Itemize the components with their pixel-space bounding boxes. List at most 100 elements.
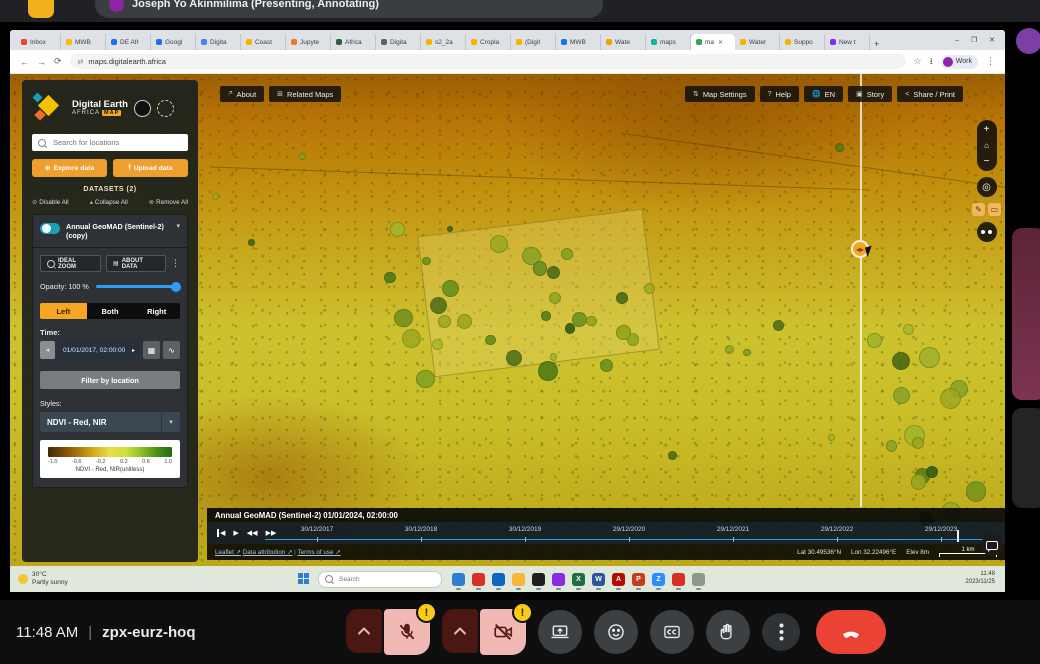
browser-tab[interactable]: Water [735, 34, 780, 50]
browser-tab[interactable]: Jupyte [286, 34, 331, 50]
mic-options-chevron[interactable] [346, 609, 382, 653]
timeline-date[interactable]: 29/12/2023 [889, 522, 993, 544]
rewind-icon[interactable]: ◀◀ [247, 529, 258, 537]
bookmark-icon[interactable]: ☆ [914, 56, 922, 67]
map-toolbar-related-maps[interactable]: ⊞Related Maps [269, 86, 341, 102]
captions-button[interactable] [650, 610, 694, 654]
taskbar-clock[interactable]: 11:48 2023/11/25 [965, 571, 1005, 587]
forward-icon[interactable]: → [37, 57, 46, 67]
map-toolbar-about[interactable]: 🡥About [220, 86, 264, 102]
mic-off-button[interactable]: ! [384, 609, 430, 655]
disable-all-button[interactable]: ⊘Disable All [32, 199, 69, 206]
new-tab-icon[interactable]: + [874, 39, 879, 49]
browser-tab[interactable]: New t [825, 34, 870, 50]
taskbar-maps-icon[interactable] [472, 573, 485, 586]
taskbar-outlook-icon[interactable] [492, 573, 505, 586]
start-button[interactable] [298, 573, 310, 585]
timeline-current-marker[interactable] [957, 530, 959, 542]
browser-tab[interactable]: Coast [241, 34, 286, 50]
explore-data-button[interactable]: ⊕Explore data [32, 159, 107, 177]
pen-tool-icon[interactable]: ✎ [972, 203, 985, 216]
present-screen-button[interactable] [538, 610, 582, 654]
geolocate-icon[interactable]: ◎ [977, 177, 997, 197]
download-icon[interactable]: ⭳ [930, 54, 933, 70]
timeline-date[interactable]: 29/12/2020 [577, 522, 681, 544]
browser-tab[interactable]: (Digit [511, 34, 556, 50]
camera-off-button[interactable]: ! [480, 609, 526, 655]
raise-hand-button[interactable] [706, 610, 750, 654]
map-toolbar-en[interactable]: 🌐EN [804, 86, 843, 102]
taskbar-firefox-icon[interactable] [552, 573, 565, 586]
browser-tab[interactable]: Digita [196, 34, 241, 50]
timeline-track[interactable]: ◀ ▶ ◀◀ ▶▶ 30/12/201730/12/201830/12/2019… [207, 522, 1005, 544]
taskbar-chrome-icon[interactable] [452, 573, 465, 586]
opacity-slider[interactable] [96, 285, 180, 288]
minimize-icon[interactable]: – [955, 37, 959, 44]
timeline-date[interactable]: 30/12/2019 [473, 522, 577, 544]
search-input[interactable] [51, 137, 182, 148]
camera-options-chevron[interactable] [442, 609, 478, 653]
timeline-date[interactable]: 30/12/2018 [369, 522, 473, 544]
profile-chip[interactable]: Work [941, 55, 978, 69]
end-call-button[interactable] [816, 610, 886, 654]
dataset-menu-icon[interactable]: ⋮ [171, 258, 180, 269]
prev-date-icon[interactable]: ◂ [40, 341, 55, 359]
taskbar-search-input[interactable] [337, 575, 435, 584]
taskbar-app-icon[interactable] [672, 573, 685, 586]
remove-all-button[interactable]: ⊗Remove All [149, 199, 188, 206]
taskbar-terminal-icon[interactable] [532, 573, 545, 586]
more-options-button[interactable] [762, 613, 800, 651]
url-field[interactable]: ⇄ maps.digitalearth.africa [70, 54, 906, 69]
browser-tab[interactable]: Inbox [16, 34, 61, 50]
home-icon[interactable]: ⌂ [984, 141, 989, 150]
taskbar-excel-icon[interactable]: X [572, 573, 585, 586]
split-tab-left[interactable]: Left [40, 303, 87, 319]
style-dropdown[interactable]: NDVI - Red, NIR ▾ [40, 412, 180, 432]
taskbar-explorer-icon[interactable] [512, 573, 525, 586]
map-viewport[interactable]: ◂▸ 🡥About⊞Related Maps ⇅Map Settings?Hel… [10, 74, 1005, 566]
participant-tile[interactable] [1012, 228, 1040, 400]
filter-by-location-button[interactable]: Filter by location [40, 371, 180, 389]
timeline-date[interactable]: 30/12/2017 [265, 522, 369, 544]
browser-menu-icon[interactable]: ⋮ [986, 56, 995, 67]
timeline-date[interactable]: 29/12/2022 [785, 522, 889, 544]
browser-tab[interactable]: Cropla [466, 34, 511, 50]
back-icon[interactable]: ← [20, 57, 29, 67]
terms-of-use-link[interactable]: Terms of use ↗ [297, 549, 340, 556]
leaflet-link[interactable]: Leaflet ↗ [215, 549, 241, 556]
close-icon[interactable]: ✕ [989, 36, 995, 44]
ideal-zoom-button[interactable]: IDEAL ZOOM [40, 255, 101, 272]
split-tab-both[interactable]: Both [87, 303, 134, 319]
next-date-icon[interactable]: ▸ [132, 347, 135, 354]
browser-tab[interactable]: Suppo [780, 34, 825, 50]
play-icon[interactable]: ▶ [233, 529, 238, 537]
map-toolbar-help[interactable]: ?Help [760, 86, 799, 102]
browser-tab[interactable]: Googl [151, 34, 196, 50]
side-panel[interactable] [1012, 408, 1040, 508]
dataset-toggle[interactable] [40, 223, 60, 234]
upload-data-button[interactable]: ⭱Upload data [113, 159, 188, 177]
taskbar-zoom-icon[interactable]: Z [652, 573, 665, 586]
timeline-toggle-icon[interactable]: ▦ [143, 341, 160, 359]
browser-tab[interactable]: Wate [601, 34, 646, 50]
collapse-all-button[interactable]: ▴Collapse All [90, 199, 128, 206]
zoom-out-icon[interactable]: − [984, 156, 990, 167]
weather-widget[interactable]: 30°CPartly sunny [10, 571, 188, 587]
taskbar-pin-icon[interactable] [692, 573, 705, 586]
annotation-tool-icon[interactable] [28, 0, 54, 18]
taskbar-acrobat-icon[interactable]: A [612, 573, 625, 586]
reload-icon[interactable]: ⟳ [54, 56, 62, 67]
browser-tab[interactable]: Digita [376, 34, 421, 50]
zoom-in-icon[interactable]: + [984, 124, 990, 135]
browser-tab[interactable]: DE Afr [106, 34, 151, 50]
map-toolbar-share-print[interactable]: <Share / Print [897, 86, 963, 102]
taskbar-powerpoint-icon[interactable]: P [632, 573, 645, 586]
data-attribution-link[interactable]: Data attribution ↗ [243, 549, 293, 556]
map-toolbar-story[interactable]: ▣Story [848, 86, 892, 102]
compare-icon[interactable] [977, 222, 997, 242]
chart-toggle-icon[interactable]: ∿ [163, 341, 180, 359]
maximize-icon[interactable]: ❐ [971, 36, 977, 44]
eraser-tool-icon[interactable]: ▭ [988, 203, 1001, 216]
split-screen-divider[interactable] [860, 74, 862, 507]
timeline-date[interactable]: 29/12/2021 [681, 522, 785, 544]
